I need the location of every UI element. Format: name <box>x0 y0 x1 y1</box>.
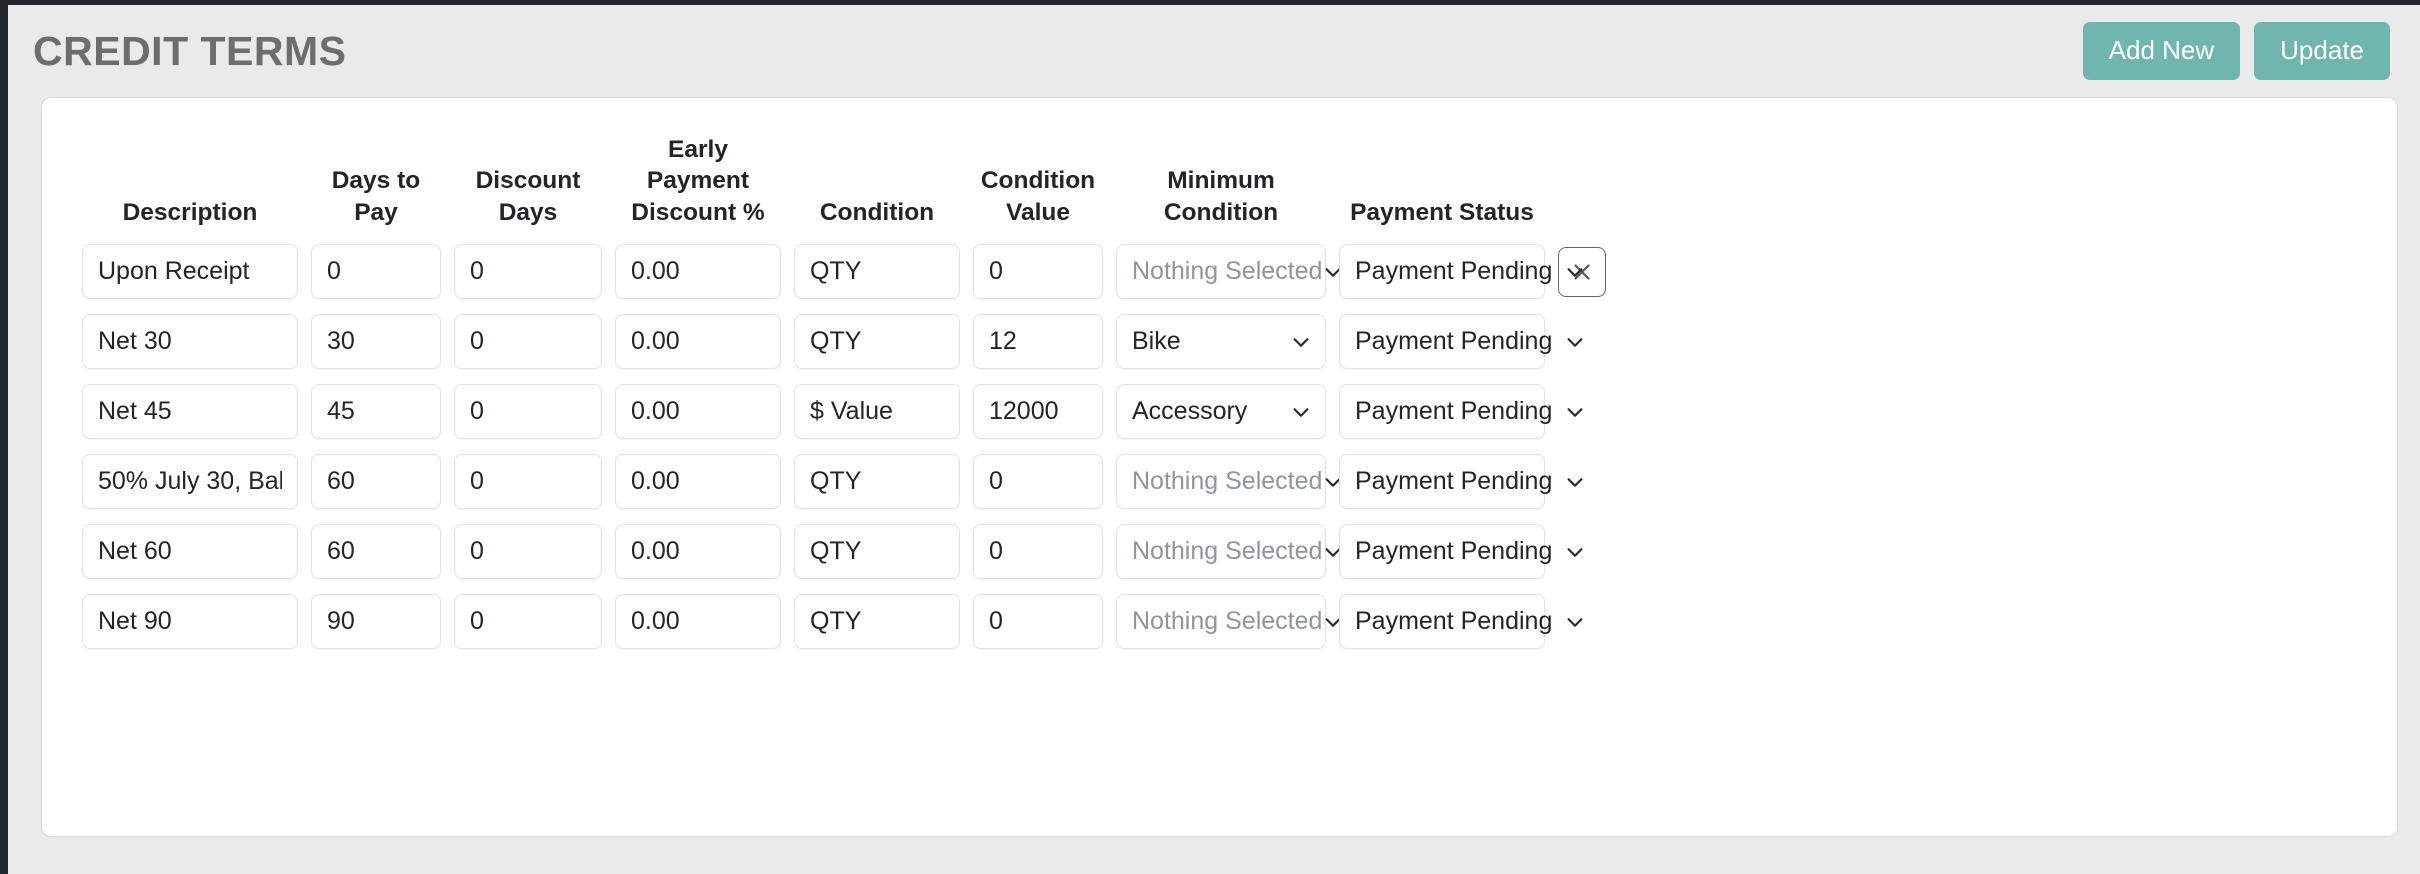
table-row: Nothing Selected Payment Pending <box>42 454 2397 510</box>
minimum-condition-value: Bike <box>1132 327 1181 356</box>
early-payment-discount-input[interactable] <box>615 524 781 580</box>
column-header-description: Description <box>122 198 258 226</box>
description-input[interactable] <box>82 314 298 370</box>
column-header-condition: Condition <box>819 198 935 226</box>
early-payment-discount-input[interactable] <box>615 594 781 650</box>
chevron-down-icon <box>1564 611 1586 633</box>
column-header-payment-status: Payment Status <box>1350 198 1534 226</box>
page-header: CREDIT TERMS Add New Update <box>8 5 2420 97</box>
chevron-down-icon <box>1290 331 1312 353</box>
table-header-row: Description Days to Pay Discount Days Ea… <box>42 126 2397 244</box>
minimum-condition-value: Nothing Selected <box>1132 257 1323 286</box>
discount-days-input[interactable] <box>454 594 602 650</box>
condition-input[interactable] <box>794 594 960 650</box>
payment-status-value: Payment Pending <box>1355 467 1553 496</box>
discount-days-input[interactable] <box>454 244 602 300</box>
description-input[interactable] <box>82 594 298 650</box>
add-new-button[interactable]: Add New <box>2082 22 2241 80</box>
table-row: Nothing Selected Payment Pending <box>42 594 2397 650</box>
header-actions: Add New Update <box>2082 22 2390 80</box>
chevron-down-icon <box>1564 261 1586 283</box>
condition-value-input[interactable] <box>973 594 1103 650</box>
early-payment-discount-input[interactable] <box>615 244 781 300</box>
days-to-pay-input[interactable] <box>311 384 441 440</box>
credit-terms-table: Description Days to Pay Discount Days Ea… <box>42 98 2397 650</box>
payment-status-value: Payment Pending <box>1355 537 1553 566</box>
description-input[interactable] <box>82 454 298 510</box>
condition-value-input[interactable] <box>973 384 1103 440</box>
payment-status-select[interactable]: Payment Pending <box>1339 524 1583 580</box>
condition-input[interactable] <box>794 314 960 370</box>
minimum-condition-select[interactable]: Nothing Selected <box>1116 594 1341 650</box>
days-to-pay-input[interactable] <box>311 314 441 370</box>
column-header-minimum-condition: Minimum Condition <box>1163 167 1279 226</box>
payment-status-select[interactable]: Payment Pending <box>1339 244 1583 300</box>
days-to-pay-input[interactable] <box>311 454 441 510</box>
condition-input[interactable] <box>794 454 960 510</box>
condition-value-input[interactable] <box>973 314 1103 370</box>
payment-status-value: Payment Pending <box>1355 397 1553 426</box>
minimum-condition-select[interactable]: Nothing Selected <box>1116 524 1341 580</box>
payment-status-select[interactable]: Payment Pending <box>1339 594 1583 650</box>
early-payment-discount-input[interactable] <box>615 314 781 370</box>
condition-value-input[interactable] <box>973 524 1103 580</box>
credit-terms-card: Description Days to Pay Discount Days Ea… <box>41 97 2398 837</box>
update-button[interactable]: Update <box>2254 22 2390 80</box>
minimum-condition-value: Accessory <box>1132 397 1248 426</box>
chevron-down-icon <box>1564 401 1586 423</box>
table-row: Bike Payment Pending <box>42 314 2397 370</box>
condition-value-input[interactable] <box>973 454 1103 510</box>
days-to-pay-input[interactable] <box>311 524 441 580</box>
payment-status-select[interactable]: Payment Pending <box>1339 384 1583 440</box>
discount-days-input[interactable] <box>454 314 602 370</box>
chevron-down-icon <box>1290 401 1312 423</box>
payment-status-select[interactable]: Payment Pending <box>1339 314 1583 370</box>
column-header-condition-value: Condition Value <box>980 167 1096 226</box>
left-sidebar-rail <box>0 0 8 874</box>
condition-input[interactable] <box>794 524 960 580</box>
days-to-pay-input[interactable] <box>311 244 441 300</box>
table-row: Accessory Payment Pending <box>42 384 2397 440</box>
payment-status-select[interactable]: Payment Pending <box>1339 454 1583 510</box>
minimum-condition-value: Nothing Selected <box>1132 607 1323 636</box>
app-root: CREDIT TERMS Add New Update Description … <box>0 0 2420 874</box>
minimum-condition-select[interactable]: Bike <box>1116 314 1326 370</box>
condition-value-input[interactable] <box>973 244 1103 300</box>
minimum-condition-value: Nothing Selected <box>1132 467 1323 496</box>
payment-status-value: Payment Pending <box>1355 327 1553 356</box>
condition-input[interactable] <box>794 384 960 440</box>
payment-status-value: Payment Pending <box>1355 607 1553 636</box>
chevron-down-icon <box>1564 471 1586 493</box>
minimum-condition-select[interactable]: Accessory <box>1116 384 1326 440</box>
description-input[interactable] <box>82 244 298 300</box>
minimum-condition-value: Nothing Selected <box>1132 537 1323 566</box>
payment-status-value: Payment Pending <box>1355 257 1553 286</box>
discount-days-input[interactable] <box>454 454 602 510</box>
discount-days-input[interactable] <box>454 524 602 580</box>
column-header-days-to-pay: Days to Pay <box>331 167 421 226</box>
table-row: Nothing Selected Payment Pending <box>42 244 2397 300</box>
early-payment-discount-input[interactable] <box>615 384 781 440</box>
column-header-discount-days: Discount Days <box>475 167 581 226</box>
description-input[interactable] <box>82 384 298 440</box>
table-body: Nothing Selected Payment Pending Bike <box>42 244 2397 650</box>
column-header-early-payment-discount: Early Payment Discount % <box>631 136 765 226</box>
table-row: Nothing Selected Payment Pending <box>42 524 2397 580</box>
minimum-condition-select[interactable]: Nothing Selected <box>1116 454 1341 510</box>
early-payment-discount-input[interactable] <box>615 454 781 510</box>
description-input[interactable] <box>82 524 298 580</box>
page-title: CREDIT TERMS <box>33 27 347 74</box>
days-to-pay-input[interactable] <box>311 594 441 650</box>
chevron-down-icon <box>1564 541 1586 563</box>
minimum-condition-select[interactable]: Nothing Selected <box>1116 244 1341 300</box>
page-wrap: CREDIT TERMS Add New Update Description … <box>8 5 2420 874</box>
discount-days-input[interactable] <box>454 384 602 440</box>
chevron-down-icon <box>1564 331 1586 353</box>
condition-input[interactable] <box>794 244 960 300</box>
